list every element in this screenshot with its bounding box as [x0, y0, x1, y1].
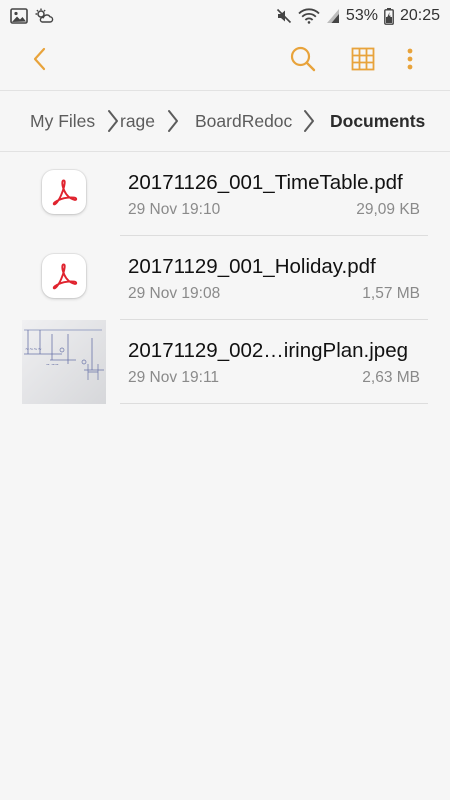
svg-text:~~~~: ~~~~	[25, 347, 42, 353]
file-name: 20171126_001_TimeTable.pdf	[128, 171, 403, 194]
file-row[interactable]: 20171129_001_Holiday.pdf 29 Nov 19:08 1,…	[0, 236, 450, 320]
chevron-left-icon	[32, 47, 46, 76]
grid-view-button[interactable]	[344, 32, 382, 90]
battery-icon	[384, 7, 394, 25]
chevron-right-icon	[166, 109, 180, 138]
gallery-icon	[10, 8, 28, 24]
toolbar	[0, 32, 450, 90]
file-row[interactable]: 20171126_001_TimeTable.pdf 29 Nov 19:10 …	[0, 152, 450, 236]
status-bar-right: 53% 20:25	[276, 7, 440, 25]
file-row[interactable]: ~~~~ ~ ~~ 20171129_002…iringPlan.jpeg 29…	[0, 320, 450, 404]
grid-view-icon	[351, 47, 375, 76]
status-bar-left	[10, 8, 54, 24]
breadcrumb-item-my-files[interactable]: My Files	[30, 91, 95, 151]
chevron-right-icon	[106, 109, 120, 138]
breadcrumb-item-storage[interactable]: rage	[120, 91, 155, 151]
file-date: 29 Nov 19:08	[128, 285, 221, 302]
weather-icon	[34, 8, 54, 24]
battery-percent: 53%	[345, 7, 378, 24]
file-size: 1,57 MB	[362, 285, 420, 302]
file-size: 29,09 KB	[356, 201, 420, 218]
breadcrumb-item-documents[interactable]: Documents	[330, 91, 425, 151]
wifi-icon	[298, 8, 320, 24]
more-vert-icon	[407, 48, 413, 75]
clock: 20:25	[399, 7, 440, 24]
breadcrumb-item-boardredoc[interactable]: BoardRedoc	[195, 91, 292, 151]
breadcrumb: My Files rage BoardRedoc Documents	[0, 90, 450, 152]
svg-text:~ ~~: ~ ~~	[46, 363, 59, 368]
search-icon	[290, 46, 316, 77]
file-list: 20171126_001_TimeTable.pdf 29 Nov 19:10 …	[0, 152, 450, 404]
status-bar: 53% 20:25	[0, 0, 450, 32]
pdf-file-icon	[42, 254, 86, 298]
divider	[120, 403, 428, 404]
mute-icon	[276, 8, 292, 24]
file-size: 2,63 MB	[362, 369, 420, 386]
back-button[interactable]	[22, 32, 56, 90]
file-date: 29 Nov 19:11	[128, 369, 220, 386]
chevron-right-icon	[302, 109, 316, 138]
pdf-file-icon	[42, 170, 86, 214]
file-date: 29 Nov 19:10	[128, 201, 221, 218]
image-thumbnail: ~~~~ ~ ~~	[22, 320, 106, 404]
signal-icon	[326, 8, 340, 24]
search-button[interactable]	[284, 32, 322, 90]
file-name: 20171129_001_Holiday.pdf	[128, 255, 376, 278]
file-name: 20171129_002…iringPlan.jpeg	[128, 339, 409, 362]
more-options-button[interactable]	[396, 32, 424, 90]
